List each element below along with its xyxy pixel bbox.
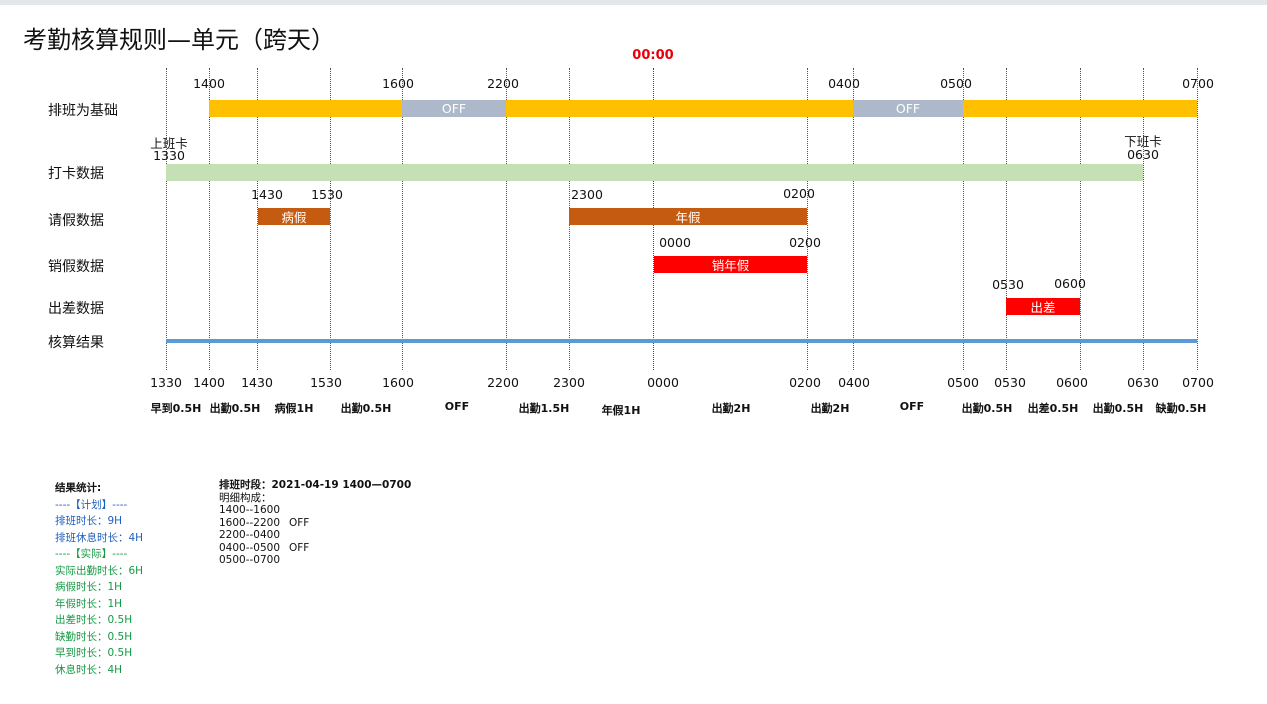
stats-actual-item: 病假时长：1H bbox=[55, 581, 123, 593]
trip-tick: 0600 bbox=[1054, 276, 1086, 291]
detail-line: 1600--2200 OFF bbox=[219, 517, 411, 530]
stats-actual-item: 缺勤时长：0.5H bbox=[55, 630, 133, 643]
segment-label: OFF bbox=[899, 400, 925, 413]
bottom-tick: 0500 bbox=[947, 375, 979, 390]
row-label-result: 核算结果 bbox=[48, 335, 104, 351]
schedule-tick: 0700 bbox=[1182, 76, 1214, 91]
segment-label: 出勤1.5H bbox=[518, 402, 570, 415]
detail-range: 1600--2200 bbox=[219, 516, 281, 529]
bottom-tick: 0630 bbox=[1127, 375, 1159, 390]
schedule-detail: 排班时段：2021-04-19 1400—0700 明细构成： 1400--16… bbox=[219, 479, 411, 567]
schedule-work-bar bbox=[506, 100, 853, 117]
bottom-tick: 2300 bbox=[553, 375, 585, 390]
business-trip-bar: 出差 bbox=[1006, 298, 1080, 315]
bottom-tick: 1430 bbox=[241, 375, 273, 390]
detail-range: 0400--0500 bbox=[219, 541, 281, 554]
detail-tag: OFF bbox=[289, 516, 310, 529]
leave-tick: 1430 bbox=[251, 187, 283, 202]
stats-plan-header: ----【计划】---- bbox=[55, 498, 128, 511]
row-label-punch: 打卡数据 bbox=[48, 166, 104, 182]
bottom-tick: 1530 bbox=[310, 375, 342, 390]
stats-actual-item: 出差时长：0.5H bbox=[55, 614, 133, 626]
segment-label: 出勤2H bbox=[810, 402, 850, 415]
bottom-tick: 0400 bbox=[838, 375, 870, 390]
schedule-tick: 0400 bbox=[828, 76, 860, 91]
sick-leave-bar: 病假 bbox=[258, 208, 330, 225]
segment-label: 出勤0.5H bbox=[340, 402, 392, 415]
punch-in-time: 1330 bbox=[153, 148, 185, 163]
row-label-schedule: 排班为基础 bbox=[48, 103, 118, 119]
detail-line: 0500--0700 bbox=[219, 554, 411, 567]
segment-label: 出勤0.5H bbox=[1092, 402, 1144, 415]
segment-label: 病假1H bbox=[274, 402, 314, 415]
detail-tag: OFF bbox=[289, 541, 310, 554]
segment-label: OFF bbox=[444, 400, 470, 413]
leave-tick: 1530 bbox=[311, 187, 343, 202]
segment-label: 出勤0.5H bbox=[961, 402, 1013, 415]
result-line bbox=[166, 339, 1197, 343]
annual-leave-bar: 年假 bbox=[569, 208, 807, 225]
segment-label: 出差0.5H bbox=[1027, 402, 1079, 415]
bottom-tick: 0000 bbox=[647, 375, 679, 390]
stats-actual-item: 早到时长：0.5H bbox=[55, 647, 133, 659]
stats-plan-item: 排班休息时长：4H bbox=[55, 531, 144, 544]
segment-label: 出勤0.5H bbox=[209, 402, 261, 415]
schedule-tick: 1600 bbox=[382, 76, 414, 91]
schedule-tick: 2200 bbox=[487, 76, 519, 91]
cancel-leave-bar: 销年假 bbox=[654, 256, 807, 273]
detail-range: 1400--1600 bbox=[219, 504, 281, 516]
guide-line-0700 bbox=[1197, 68, 1198, 370]
result-statistics: 结果统计: ----【计划】---- 排班时长：9H 排班休息时长：4H ---… bbox=[55, 480, 143, 678]
schedule-work-bar bbox=[209, 100, 402, 117]
cancel-leave-tick: 0200 bbox=[789, 235, 821, 250]
bottom-tick: 0530 bbox=[994, 375, 1026, 390]
stats-actual-item: 休息时长：4H bbox=[55, 663, 123, 676]
guide-line-1330 bbox=[166, 68, 167, 370]
bottom-tick: 1330 bbox=[150, 375, 182, 390]
trip-tick: 0530 bbox=[992, 277, 1024, 292]
segment-label: 早到0.5H bbox=[150, 402, 202, 415]
row-label-cancel-leave: 销假数据 bbox=[48, 259, 104, 275]
schedule-work-bar bbox=[963, 100, 1197, 117]
stats-actual-header: ----【实际】---- bbox=[55, 548, 128, 560]
schedule-off-bar: OFF bbox=[402, 100, 506, 117]
bottom-tick: 2200 bbox=[487, 375, 519, 390]
leave-tick: 2300 bbox=[571, 187, 603, 202]
page-title: 考勤核算规则—单元（跨天） bbox=[23, 26, 335, 54]
detail-subtitle: 明细构成： bbox=[219, 491, 272, 504]
bottom-tick: 0200 bbox=[789, 375, 821, 390]
row-label-business-trip: 出差数据 bbox=[48, 301, 104, 317]
schedule-off-bar: OFF bbox=[853, 100, 963, 117]
midnight-label: 00:00 bbox=[632, 48, 674, 63]
bottom-tick: 0600 bbox=[1056, 375, 1088, 390]
segment-label: 出勤2H bbox=[711, 402, 751, 415]
detail-range: 0500--0700 bbox=[219, 554, 281, 566]
stats-actual-item: 年假时长：1H bbox=[55, 597, 123, 610]
detail-line: 0400--0500 OFF bbox=[219, 542, 411, 555]
cancel-leave-tick: 0000 bbox=[659, 235, 691, 250]
punch-out-time: 0630 bbox=[1127, 147, 1159, 162]
bottom-tick: 0700 bbox=[1182, 375, 1214, 390]
punch-bar bbox=[166, 164, 1143, 181]
top-border bbox=[0, 0, 1267, 5]
segment-label: 缺勤0.5H bbox=[1155, 402, 1207, 415]
detail-line: 2200--0400 bbox=[219, 529, 411, 542]
segment-label: 年假1H bbox=[601, 404, 641, 417]
stats-plan-item: 排班时长：9H bbox=[55, 515, 123, 527]
bottom-tick: 1600 bbox=[382, 375, 414, 390]
stats-actual-item: 实际出勤时长：6H bbox=[55, 564, 144, 577]
bottom-tick: 1400 bbox=[193, 375, 225, 390]
row-label-leave: 请假数据 bbox=[48, 213, 104, 229]
leave-tick: 0200 bbox=[783, 186, 815, 201]
schedule-tick: 1400 bbox=[193, 76, 225, 91]
detail-title: 排班时段：2021-04-19 1400—0700 bbox=[219, 479, 412, 491]
schedule-tick: 0500 bbox=[940, 76, 972, 91]
detail-range: 2200--0400 bbox=[219, 529, 281, 541]
stats-title: 结果统计: bbox=[55, 482, 102, 494]
detail-line: 1400--1600 bbox=[219, 504, 411, 517]
